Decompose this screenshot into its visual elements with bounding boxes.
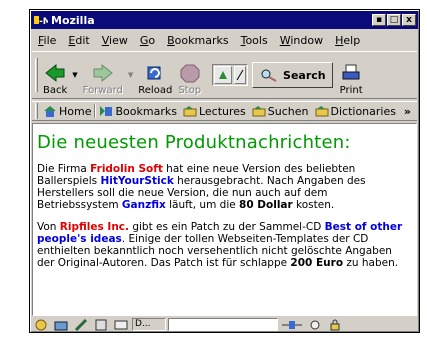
game-link-hityourstick[interactable]: HitYourStick (101, 175, 174, 187)
reload-button[interactable]: Reload (135, 54, 175, 96)
status-bar: D... (32, 317, 417, 332)
toolbar-grip[interactable] (32, 52, 40, 98)
price-200-euro: 200 Euro (290, 257, 344, 269)
folder-icon (183, 106, 197, 117)
maximize-button[interactable]: □ (387, 14, 401, 26)
composer-icon[interactable] (72, 318, 90, 331)
forward-button[interactable]: Forward (80, 54, 126, 96)
menu-edit[interactable]: Edit (62, 34, 95, 47)
more-bookmarks-chevron-icon[interactable]: » (404, 105, 411, 118)
back-button[interactable]: Back (40, 54, 70, 96)
menu-help[interactable]: Help (329, 34, 366, 47)
status-text: D... (132, 318, 166, 331)
sidebar-toggle-icon[interactable] (306, 318, 324, 331)
url-bar[interactable] (212, 64, 249, 86)
progress-bar (168, 318, 278, 331)
menu-file[interactable]: File (32, 34, 62, 47)
forward-arrow-icon (93, 63, 113, 83)
url-dropdown-icon[interactable] (234, 66, 247, 84)
browser-window: -M Mozilla ▪ □ x File Edit View Go Bookm… (29, 9, 420, 333)
suchen-folder[interactable]: Suchen (249, 105, 312, 118)
svg-text:-M: -M (39, 17, 48, 26)
window-title: Mozilla (51, 13, 95, 27)
forward-dropdown-icon[interactable]: ▼ (128, 71, 133, 79)
lectures-folder[interactable]: Lectures (180, 105, 249, 118)
mail-icon[interactable] (52, 318, 70, 331)
home-icon (44, 106, 56, 117)
stop-button[interactable]: Stop (175, 54, 204, 96)
search-magnifier-icon (261, 69, 277, 82)
mozilla-logo-icon: -M (33, 13, 49, 27)
search-button[interactable]: Search (252, 62, 333, 88)
navigator-icon[interactable] (32, 318, 50, 331)
online-status-icon[interactable] (280, 318, 304, 331)
menu-go[interactable]: Go (134, 34, 161, 47)
price-80-dollar: 80 Dollar (239, 199, 293, 211)
os-link-ganzfix[interactable]: Ganzfix (122, 199, 166, 211)
page-heading: Die neuesten Produktnachrichten: (37, 132, 351, 153)
personal-toolbar-grip[interactable] (32, 103, 40, 119)
dictionaries-folder[interactable]: Dictionaries (312, 105, 399, 118)
bookmarks-link[interactable]: Bookmarks (96, 105, 179, 118)
stop-icon (180, 64, 200, 83)
menu-bar: File Edit View Go Bookmarks Tools Window… (32, 30, 417, 50)
navigation-toolbar: Back ▼ Forward ▼ Reload Stop Search Prin… (32, 51, 417, 99)
menu-tools[interactable]: Tools (235, 34, 274, 47)
print-icon (342, 64, 360, 80)
menu-view[interactable]: View (96, 34, 134, 47)
title-bar[interactable]: -M Mozilla ▪ □ x (31, 11, 418, 29)
menu-window[interactable]: Window (274, 34, 329, 47)
menu-bookmarks[interactable]: Bookmarks (161, 34, 234, 47)
folder-icon (252, 106, 266, 117)
home-link[interactable]: Home (40, 105, 94, 118)
minimize-button[interactable]: ▪ (372, 14, 386, 26)
url-page-icon[interactable] (214, 66, 233, 84)
page-content: Die neuesten Produktnachrichten: Die Fir… (32, 123, 417, 316)
bookmarks-icon (100, 106, 113, 116)
back-arrow-icon (45, 63, 65, 83)
folder-icon (315, 106, 328, 117)
reload-icon (147, 66, 161, 80)
print-button[interactable]: Print (337, 54, 366, 96)
irc-icon[interactable] (112, 318, 130, 331)
security-lock-icon[interactable] (326, 318, 344, 331)
company-link-ripfiles: Ripfiles Inc. (59, 221, 130, 233)
news-paragraph-1: Die Firma Fridolin Soft hat eine neue Ve… (37, 163, 366, 211)
news-paragraph-2: Von Ripfiles Inc. gibt es ein Patch zu d… (37, 221, 403, 269)
personal-toolbar: Home Bookmarks Lectures Suchen Dictionar… (32, 101, 417, 121)
back-dropdown-icon[interactable]: ▼ (72, 71, 77, 79)
addressbook-icon[interactable] (92, 318, 110, 331)
company-link-fridolin: Fridolin Soft (90, 163, 163, 175)
close-button[interactable]: x (402, 14, 416, 26)
